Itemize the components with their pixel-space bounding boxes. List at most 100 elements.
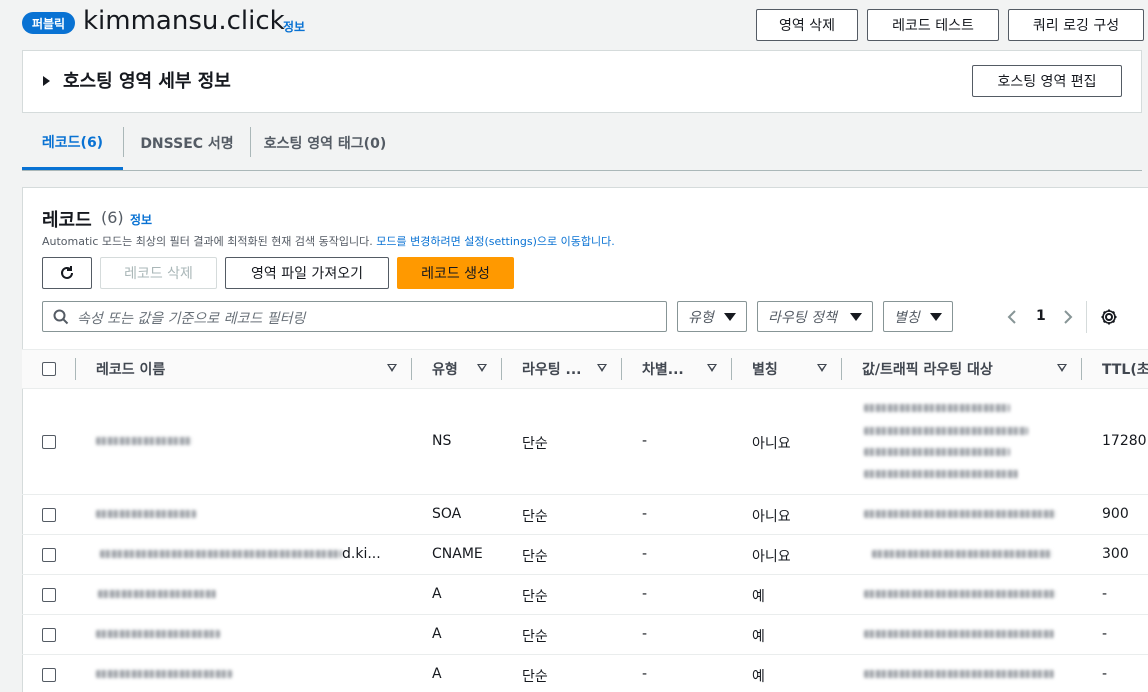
redacted-record-name	[96, 670, 232, 678]
redacted-value	[864, 448, 1010, 456]
zone-details-panel: 호스팅 영역 세부 정보 호스팅 영역 편집	[22, 50, 1142, 113]
column-divider	[731, 358, 732, 380]
column-header-alias[interactable]: 별칭	[752, 351, 778, 387]
row-divider	[22, 614, 1148, 615]
chevron-left-icon[interactable]	[1006, 309, 1018, 325]
sort-icon[interactable]	[597, 364, 607, 372]
zone-details-title[interactable]: 호스팅 영역 세부 정보	[63, 67, 231, 93]
column-header-type[interactable]: 유형	[432, 351, 458, 387]
search-icon	[53, 309, 69, 325]
cell-routing: 단순	[522, 669, 548, 685]
cell-ttl: 300	[1102, 546, 1129, 562]
alias-filter[interactable]: 별칭	[883, 301, 953, 332]
sort-icon[interactable]	[817, 364, 827, 372]
type-filter-label: 유형	[688, 309, 714, 326]
column-header-name[interactable]: 레코드 이름	[96, 351, 165, 387]
pagination-divider	[1086, 301, 1087, 333]
delete-record-button[interactable]: 레코드 삭제	[100, 257, 217, 289]
sort-icon[interactable]	[707, 364, 717, 372]
records-count: (6)	[101, 208, 124, 227]
caret-down-icon	[930, 313, 942, 321]
refresh-icon	[61, 266, 73, 279]
search-input[interactable]: 속성 또는 값을 기준으로 레코드 필터링	[42, 301, 667, 332]
create-record-button[interactable]: 레코드 생성	[397, 257, 514, 289]
redacted-value	[864, 404, 1010, 412]
cell-routing: 단순	[522, 589, 548, 605]
page-title: kimmansu.click	[83, 6, 285, 36]
row-checkbox[interactable]	[42, 668, 56, 682]
edit-zone-button[interactable]: 호스팅 영역 편집	[972, 65, 1122, 97]
cell-alias: 예	[752, 669, 765, 685]
cell-ttl: -	[1102, 666, 1108, 682]
cell-differentiator: -	[642, 666, 648, 682]
tab-records[interactable]: 레코드(6)	[22, 117, 123, 170]
row-checkbox[interactable]	[42, 435, 56, 449]
redacted-value	[864, 670, 1054, 678]
cell-type: A	[432, 666, 442, 682]
cell-alias: 아니요	[752, 436, 791, 452]
page-number[interactable]: 1	[1036, 308, 1046, 324]
info-link[interactable]: 정보	[283, 18, 305, 35]
caret-right-icon[interactable]	[43, 76, 50, 86]
redacted-value	[864, 590, 1056, 598]
cell-alias: 예	[752, 629, 765, 645]
cell-alias: 아니요	[752, 549, 791, 565]
sort-icon[interactable]	[477, 364, 487, 372]
cell-differentiator: -	[642, 586, 648, 602]
import-zone-file-button[interactable]: 영역 파일 가져오기	[225, 257, 389, 289]
row-divider	[22, 574, 1148, 575]
redacted-value	[864, 470, 1018, 478]
row-checkbox[interactable]	[42, 508, 56, 522]
tabs: 레코드(6) DNSSEC 서명 호스팅 영역 태그(0)	[22, 117, 1142, 171]
cell-routing: 단순	[522, 549, 548, 565]
settings-link[interactable]: 모드를 변경하려면 설정(settings)으로 이동합니다.	[376, 235, 614, 248]
row-checkbox[interactable]	[42, 588, 56, 602]
row-divider	[22, 494, 1148, 495]
caret-down-icon	[850, 313, 862, 321]
records-title: 레코드	[42, 210, 92, 231]
cell-ttl: 17280	[1102, 433, 1147, 449]
row-divider	[22, 654, 1148, 655]
sort-icon[interactable]	[1057, 364, 1067, 372]
cell-type: CNAME	[432, 546, 483, 562]
redacted-record-name	[98, 590, 216, 598]
cell-differentiator: -	[642, 433, 648, 449]
row-divider	[22, 534, 1148, 535]
cell-record-name: d.ki...	[342, 546, 381, 562]
records-description: Automatic 모드는 최상의 필터 결과에 최적화된 현재 검색 동작입니…	[42, 233, 615, 249]
routing-policy-filter[interactable]: 라우팅 정책	[757, 301, 873, 332]
cell-ttl: -	[1102, 626, 1108, 642]
test-record-button[interactable]: 레코드 테스트	[867, 9, 999, 41]
delete-zone-button[interactable]: 영역 삭제	[756, 9, 858, 41]
cell-type: NS	[432, 433, 452, 449]
column-divider	[75, 358, 76, 380]
type-filter[interactable]: 유형	[677, 301, 747, 332]
column-divider	[411, 358, 412, 380]
row-checkbox[interactable]	[42, 628, 56, 642]
sort-icon[interactable]	[387, 364, 397, 372]
column-header-value[interactable]: 값/트래픽 라우팅 대상	[862, 351, 993, 387]
column-header-routing[interactable]: 라우팅 ...	[522, 351, 581, 387]
row-checkbox[interactable]	[42, 548, 56, 562]
tab-dnssec[interactable]: DNSSEC 서명	[124, 117, 250, 169]
column-divider	[841, 358, 842, 380]
redacted-value	[864, 427, 1028, 435]
cell-differentiator: -	[642, 626, 648, 642]
cell-type: A	[432, 626, 442, 642]
refresh-button[interactable]	[42, 257, 92, 289]
records-info-link[interactable]: 정보	[130, 211, 152, 228]
query-logging-button[interactable]: 쿼리 로깅 구성	[1008, 9, 1144, 41]
chevron-right-icon[interactable]	[1062, 309, 1074, 325]
select-all-checkbox[interactable]	[42, 362, 56, 376]
search-placeholder: 속성 또는 값을 기준으로 레코드 필터링	[77, 311, 306, 327]
description-text: Automatic 모드는 최상의 필터 결과에 최적화된 현재 검색 동작입니…	[42, 235, 373, 248]
column-header-ttl[interactable]: TTL(초	[1102, 351, 1148, 387]
redacted-value	[872, 550, 1052, 558]
public-badge: 퍼블릭	[22, 12, 75, 34]
gear-icon[interactable]	[1099, 307, 1119, 327]
tab-zone-tags[interactable]: 호스팅 영역 태그(0)	[251, 117, 399, 169]
redacted-value	[864, 630, 1054, 638]
column-header-differentiator[interactable]: 차별...	[642, 351, 684, 387]
redacted-record-name	[100, 550, 342, 558]
cell-ttl: -	[1102, 586, 1108, 602]
